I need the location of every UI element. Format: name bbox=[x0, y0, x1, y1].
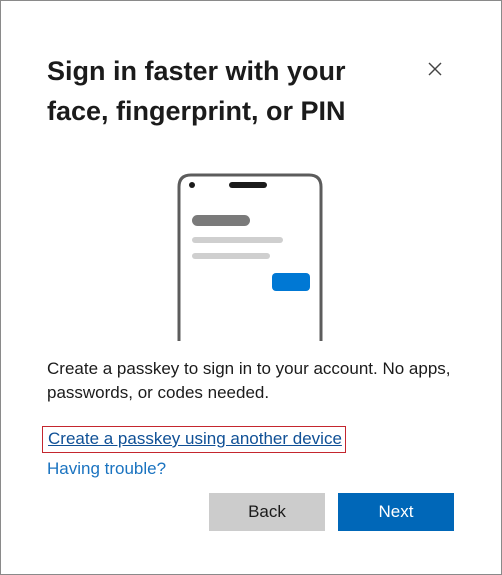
next-button[interactable]: Next bbox=[338, 493, 454, 531]
dialog-title: Sign in faster with your face, fingerpri… bbox=[47, 56, 346, 126]
passkey-dialog: Sign in faster with your face, fingerpri… bbox=[0, 0, 502, 575]
phone-illustration bbox=[173, 173, 327, 341]
close-icon bbox=[428, 62, 442, 76]
back-button[interactable]: Back bbox=[209, 493, 325, 531]
dialog-description: Create a passkey to sign in to your acco… bbox=[47, 359, 451, 402]
having-trouble-link[interactable]: Having trouble? bbox=[47, 458, 166, 480]
close-button[interactable] bbox=[423, 57, 447, 81]
create-passkey-other-device-link[interactable]: Create a passkey using another device bbox=[42, 426, 346, 453]
